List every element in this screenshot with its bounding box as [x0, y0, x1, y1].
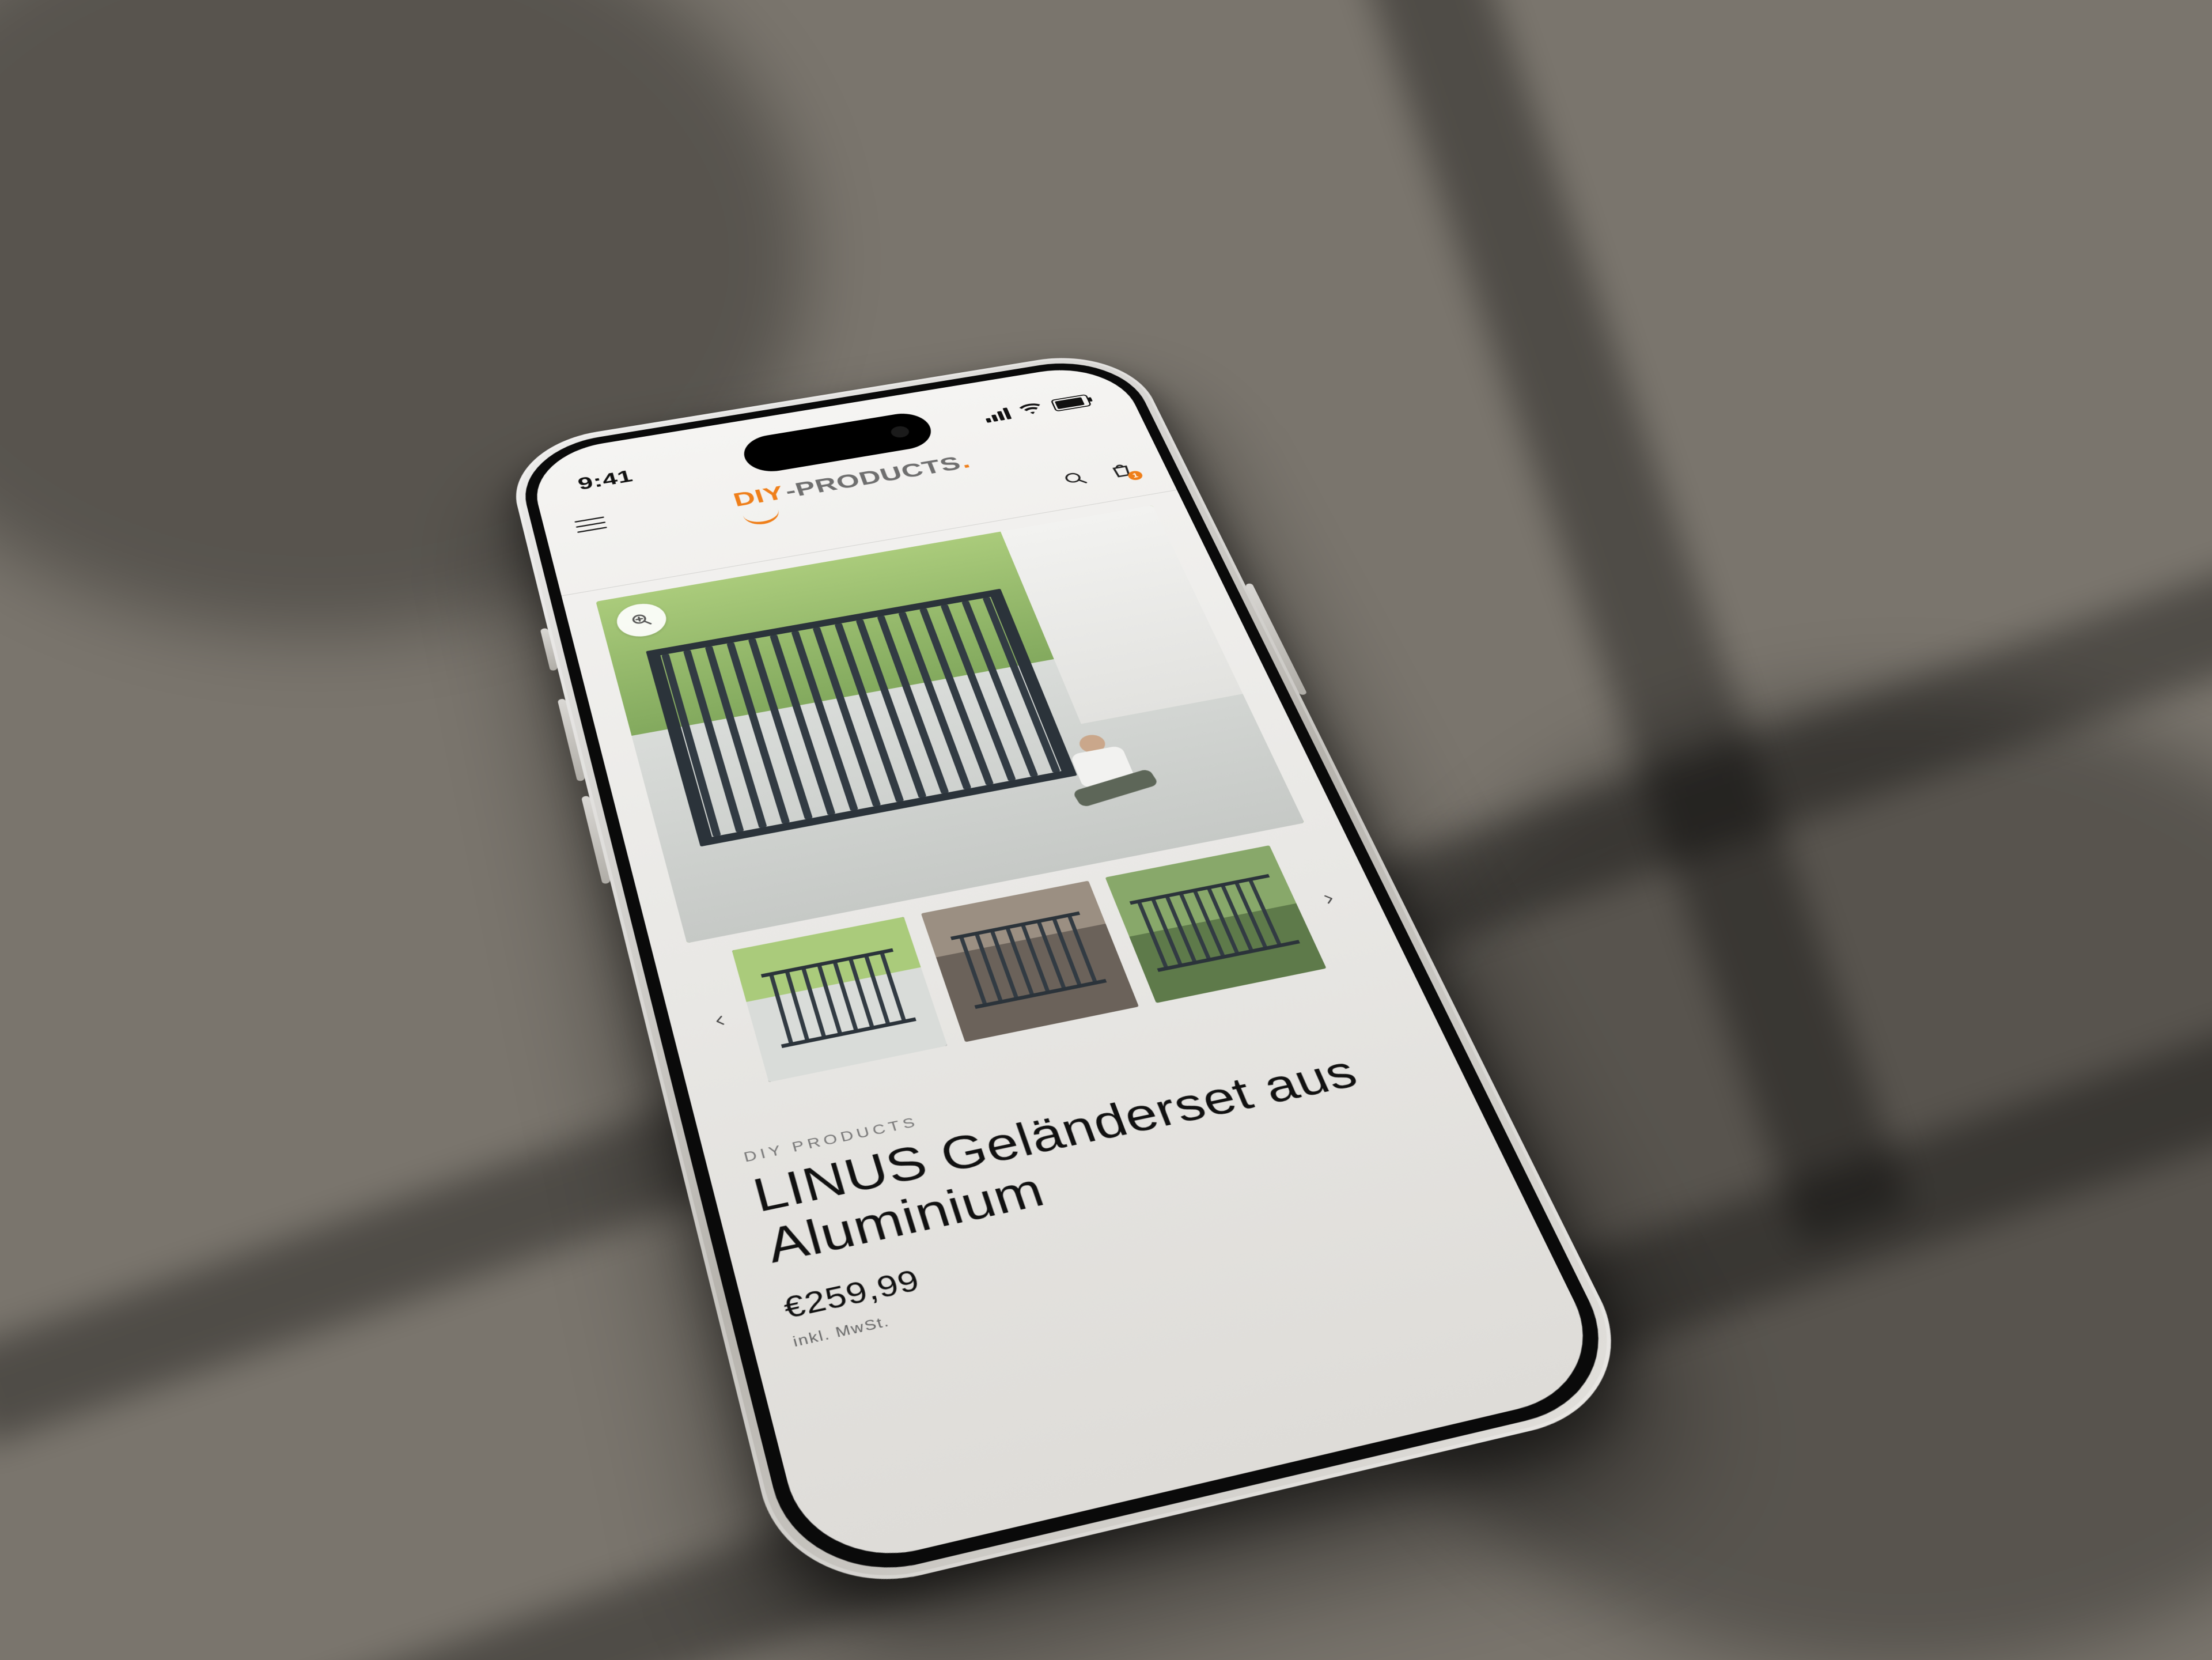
logo-part-diy: DIY	[730, 482, 787, 511]
thumbnail-1[interactable]	[732, 917, 948, 1082]
search-button[interactable]	[1057, 467, 1092, 489]
thumb-next[interactable]	[1314, 889, 1344, 910]
mute-switch	[540, 628, 558, 671]
menu-button[interactable]	[574, 516, 607, 533]
signal-icon	[983, 407, 1012, 422]
stage: 9:41 DIY	[0, 0, 2212, 1660]
battery-icon	[1050, 394, 1092, 412]
thumbnail-2[interactable]	[921, 880, 1139, 1042]
volume-up	[558, 698, 585, 781]
thumb-prev[interactable]	[706, 1009, 734, 1032]
status-time: 9:41	[575, 466, 635, 494]
volume-down	[581, 796, 611, 884]
cart-button[interactable]: 1	[1104, 460, 1139, 482]
wifi-icon	[1018, 402, 1044, 418]
thumbnail-3[interactable]	[1105, 845, 1327, 1003]
